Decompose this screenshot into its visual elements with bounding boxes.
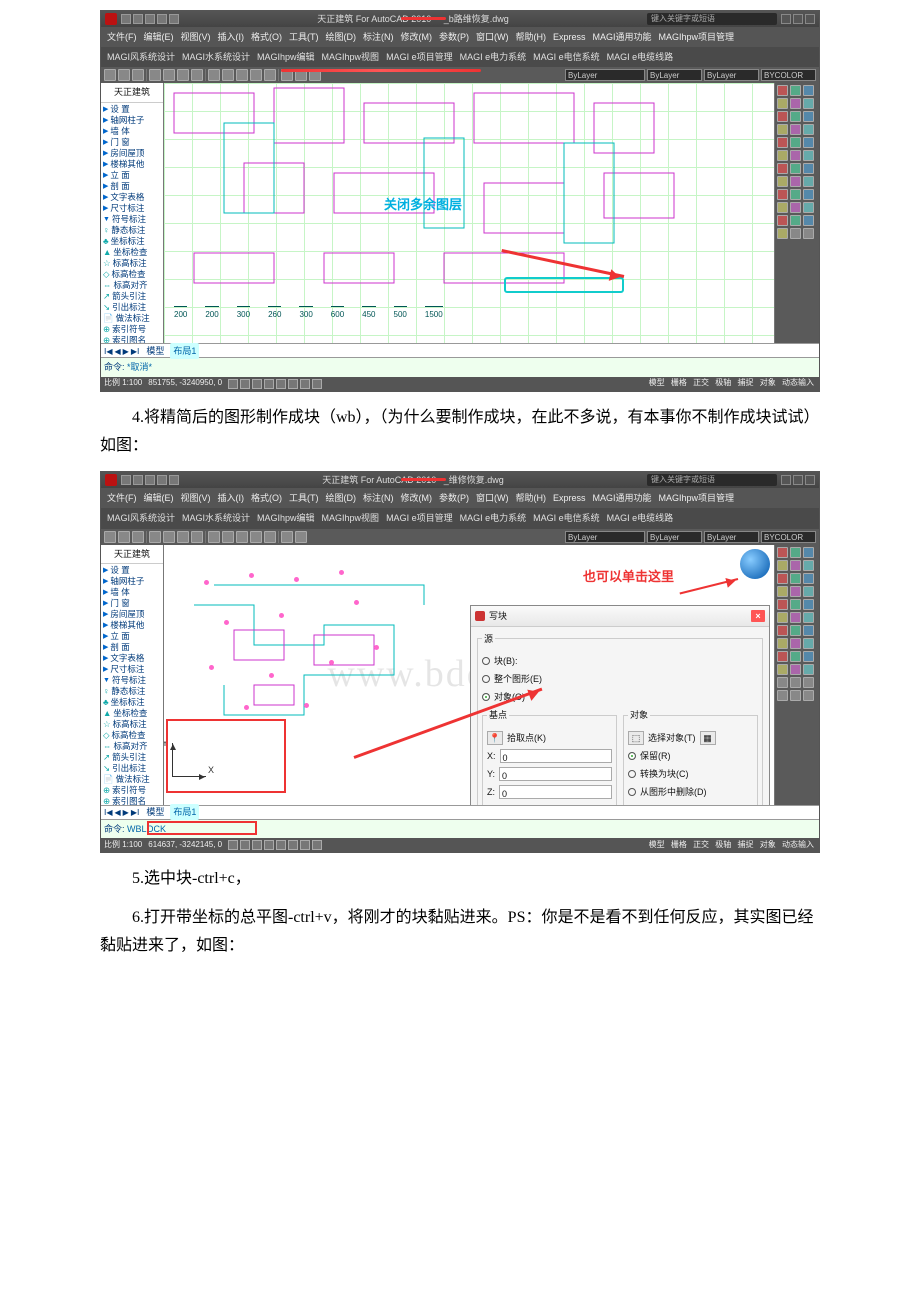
tool-icon[interactable] bbox=[132, 69, 144, 81]
paragraph-step-6: 6.打开带坐标的总平图-ctrl+v，将刚才的块黏贴进来。PS：你是不是看不到任… bbox=[100, 904, 820, 962]
tool-icon[interactable] bbox=[295, 531, 307, 543]
top-toolbar[interactable]: ByLayer ByLayer ByLayer BYCOLOR bbox=[101, 67, 819, 83]
dialog-title: 写块 bbox=[489, 608, 507, 624]
radio-retain[interactable] bbox=[628, 752, 636, 760]
top-toolbar[interactable]: ByLayer ByLayer ByLayer BYCOLOR bbox=[101, 529, 819, 545]
tool-icon[interactable] bbox=[118, 69, 130, 81]
tangent-side-panel[interactable]: 天正建筑 ▶设 置 ▶轴网柱子 ▶墙 体 ▶门 窗 ▶房间屋顶 ▶楼梯其他 ▶立… bbox=[101, 545, 163, 805]
radio-delete[interactable] bbox=[628, 788, 636, 796]
tool-icon[interactable] bbox=[281, 531, 293, 543]
app-icon bbox=[105, 474, 117, 486]
linetype-combo[interactable]: ByLayer bbox=[647, 69, 702, 81]
right-toolbar[interactable] bbox=[775, 545, 819, 805]
help-search-input[interactable]: 键入关键字或短语 bbox=[647, 13, 777, 25]
tab-layout[interactable]: 布局1 bbox=[170, 804, 199, 820]
highlight-box-red bbox=[147, 821, 257, 835]
cad-screenshot-1: 天正建筑 For AutoCAD 2010 _b路维恢复.dwg 键入关键字或短… bbox=[100, 10, 820, 392]
radio-drawing[interactable] bbox=[482, 675, 490, 683]
z-input[interactable]: 0 bbox=[499, 785, 612, 799]
window-buttons[interactable] bbox=[781, 14, 815, 24]
tool-icon[interactable] bbox=[163, 69, 175, 81]
layout-tabs-bar[interactable]: Ⅰ◀◀▶▶Ⅰ 模型 布局1 bbox=[101, 343, 819, 357]
redaction-mark bbox=[401, 478, 446, 481]
paragraph-step-4: 4.将精简后的图形制作成块（wb），（为什么要制作成块，在此不多说，有本事你不制… bbox=[100, 404, 820, 462]
annotation-text: 也可以单击这里 bbox=[583, 565, 674, 588]
tool-icon[interactable] bbox=[250, 69, 262, 81]
tool-icon[interactable] bbox=[191, 531, 203, 543]
quick-select-button[interactable]: ▦ bbox=[700, 731, 716, 745]
plugin-menu-bar[interactable]: MAGI风系统设计MAGI水系统设计MAGIhpw编辑MAGIhpw视图MAGI… bbox=[101, 508, 819, 528]
radio-convert[interactable] bbox=[628, 770, 636, 778]
tool-icon[interactable] bbox=[208, 531, 220, 543]
tool-icon[interactable] bbox=[104, 69, 116, 81]
wblock-dialog: 写块 × 源 块(B): 整个图形(E) 对象(O) bbox=[470, 605, 770, 805]
tool-icon[interactable] bbox=[191, 69, 203, 81]
dialog-icon bbox=[475, 611, 485, 621]
tool-icon[interactable] bbox=[236, 531, 248, 543]
lineweight-combo[interactable]: ByLayer bbox=[704, 69, 759, 81]
quick-access-toolbar[interactable] bbox=[121, 14, 179, 24]
drawing-canvas[interactable]: www.bdocx.com bbox=[163, 545, 775, 805]
tool-icon[interactable] bbox=[236, 69, 248, 81]
color-combo[interactable]: BYCOLOR bbox=[761, 531, 816, 543]
lineweight-combo[interactable]: ByLayer bbox=[704, 531, 759, 543]
pick-point-button[interactable]: 📍 bbox=[487, 731, 503, 745]
status-bar: 比例 1:100 851755, -3240950, 0 模型 栅格 正交 极轴… bbox=[101, 377, 819, 391]
tool-icon[interactable] bbox=[104, 531, 116, 543]
close-button[interactable]: × bbox=[751, 610, 765, 622]
radio-block[interactable] bbox=[482, 657, 490, 665]
tool-icon[interactable] bbox=[264, 69, 276, 81]
redaction-mark bbox=[401, 17, 446, 20]
x-input[interactable]: 0 bbox=[500, 749, 612, 763]
side-panel-title: 天正建筑 bbox=[101, 545, 163, 564]
highlight-box-cyan bbox=[504, 277, 624, 293]
tool-icon[interactable] bbox=[222, 69, 234, 81]
y-input[interactable]: 0 bbox=[499, 767, 612, 781]
tool-icon[interactable] bbox=[149, 531, 161, 543]
highlight-box-red bbox=[166, 719, 286, 793]
help-search-input[interactable]: 键入关键字或短语 bbox=[647, 474, 777, 486]
source-group: 源 块(B): 整个图形(E) 对象(O) 基点 📍拾取点(K) bbox=[477, 631, 763, 805]
status-bar: 比例 1:100 614637, -3242145, 0 模型 栅格 正交 极轴… bbox=[101, 838, 819, 852]
tool-icon[interactable] bbox=[250, 531, 262, 543]
tool-icon[interactable] bbox=[264, 531, 276, 543]
tool-icon[interactable] bbox=[208, 69, 220, 81]
window-buttons[interactable] bbox=[781, 475, 815, 485]
tool-icon[interactable] bbox=[118, 531, 130, 543]
tool-icon[interactable] bbox=[177, 69, 189, 81]
menu-bar[interactable]: 文件(F)编辑(E)视图(V)插入(I)格式(O)工具(T)绘图(D)标注(N)… bbox=[101, 488, 819, 508]
paragraph-step-5: 5.选中块-ctrl+c， bbox=[100, 865, 820, 894]
radio-objects[interactable] bbox=[482, 693, 490, 701]
tab-model[interactable]: 模型 bbox=[146, 343, 164, 359]
redaction-mark bbox=[281, 69, 481, 72]
layer-combo[interactable]: ByLayer bbox=[565, 69, 645, 81]
status-toggles[interactable] bbox=[228, 840, 322, 850]
tab-layout[interactable]: 布局1 bbox=[170, 343, 199, 359]
tab-model[interactable]: 模型 bbox=[146, 804, 164, 820]
annotation-text: 关闭多余图层 bbox=[384, 193, 462, 216]
select-objects-button[interactable]: ⬚ bbox=[628, 731, 644, 745]
color-combo[interactable]: BYCOLOR bbox=[761, 69, 816, 81]
tool-icon[interactable] bbox=[222, 531, 234, 543]
tool-icon[interactable] bbox=[132, 531, 144, 543]
tool-icon[interactable] bbox=[177, 531, 189, 543]
linetype-combo[interactable]: ByLayer bbox=[647, 531, 702, 543]
tangent-side-panel[interactable]: 天正建筑 ▶设 置 ▶轴网柱子 ▶墙 体 ▶门 窗 ▶房间屋顶 ▶楼梯其他 ▶立… bbox=[101, 83, 163, 343]
layer-combo[interactable]: ByLayer bbox=[565, 531, 645, 543]
status-toggles[interactable] bbox=[228, 379, 322, 389]
cad-screenshot-2: 天正建筑 For AutoCAD 2010 _维修恢复.dwg 键入关键字或短语… bbox=[100, 471, 820, 853]
nav-sphere[interactable] bbox=[740, 549, 770, 579]
drawing-canvas[interactable]: 关闭多余图层 200 200 300 260 300 600 450 500 1… bbox=[163, 83, 775, 343]
right-toolbar[interactable] bbox=[775, 83, 819, 343]
tool-icon[interactable] bbox=[163, 531, 175, 543]
quick-access-toolbar[interactable] bbox=[121, 475, 179, 485]
layout-tabs-bar[interactable]: Ⅰ◀◀▶▶Ⅰ 模型 布局1 bbox=[101, 805, 819, 819]
plugin-menu-bar[interactable]: MAGI风系统设计MAGI水系统设计MAGIhpw编辑MAGIhpw视图MAGI… bbox=[101, 47, 819, 67]
side-panel-title: 天正建筑 bbox=[101, 83, 163, 102]
tool-icon[interactable] bbox=[149, 69, 161, 81]
app-icon bbox=[105, 13, 117, 25]
menu-bar[interactable]: 文件(F)编辑(E)视图(V)插入(I)格式(O)工具(T)绘图(D)标注(N)… bbox=[101, 27, 819, 47]
dimension-row: 200 200 300 260 300 600 450 500 1500 bbox=[174, 305, 654, 323]
command-line[interactable]: 命令: *取消* bbox=[101, 357, 819, 376]
